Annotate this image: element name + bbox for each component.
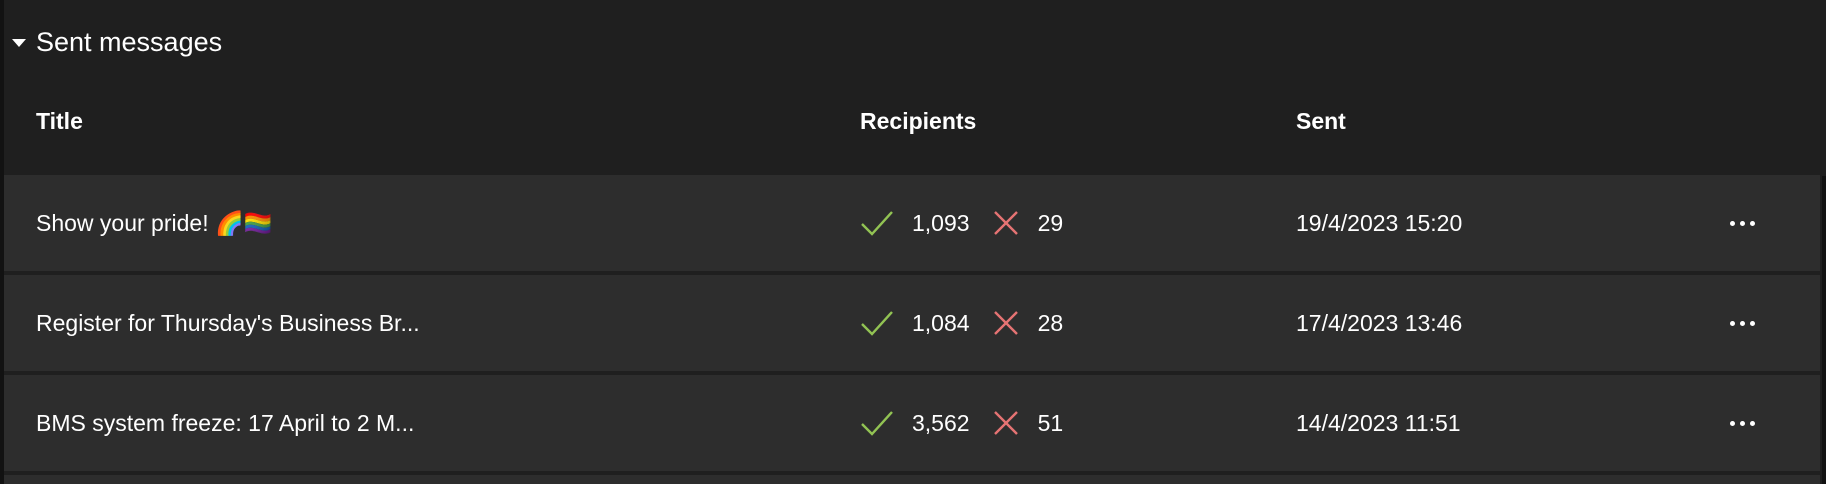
- section-title: Sent messages: [36, 26, 223, 57]
- sent-messages-panel: Sent messages Title Recipients Sent Show…: [0, 0, 1826, 484]
- close-icon: [992, 409, 1020, 437]
- more-options-button[interactable]: [1726, 175, 1759, 271]
- sent-date: 19/4/2023 15:20: [1296, 209, 1463, 236]
- table-row[interactable]: BMS system freeze: 17 April to 2 M... 3,…: [4, 375, 1820, 471]
- more-options-button[interactable]: [1726, 375, 1759, 471]
- success-count: 1,093: [912, 209, 970, 236]
- close-icon: [992, 309, 1020, 337]
- close-icon: [992, 209, 1020, 237]
- table-row[interactable]: Show your pride! 🌈🏳️‍🌈 1,093 29 19/4/202…: [4, 175, 1820, 271]
- recipients-cell: 1,093 29: [860, 175, 1063, 271]
- checkmark-icon: [860, 309, 894, 337]
- more-options-icon[interactable]: [1726, 215, 1759, 232]
- column-header-sent[interactable]: Sent: [1296, 108, 1346, 135]
- failed-count: 28: [1037, 309, 1064, 336]
- message-title[interactable]: Register for Thursday's Business Br...: [36, 275, 420, 371]
- sent-date: 14/4/2023 11:51: [1296, 409, 1461, 436]
- scrollbar-track[interactable]: [1822, 176, 1826, 484]
- column-header-title[interactable]: Title: [36, 108, 83, 135]
- success-count: 1,084: [912, 309, 970, 336]
- table-row[interactable]: [4, 475, 1820, 484]
- recipients-cell: 1,084 28: [860, 275, 1063, 371]
- failed-count: 51: [1037, 409, 1064, 436]
- message-title[interactable]: Show your pride! 🌈🏳️‍🌈: [36, 175, 272, 271]
- sent-messages-header[interactable]: Sent messages: [12, 22, 222, 62]
- checkmark-icon: [860, 409, 894, 437]
- sent-date: 17/4/2023 13:46: [1296, 309, 1463, 336]
- more-options-icon[interactable]: [1726, 415, 1759, 432]
- column-header-recipients[interactable]: Recipients: [860, 108, 976, 135]
- recipients-cell: 3,562 51: [860, 375, 1063, 471]
- table-row[interactable]: Register for Thursday's Business Br... 1…: [4, 275, 1820, 371]
- success-count: 3,562: [912, 409, 970, 436]
- failed-count: 29: [1037, 209, 1064, 236]
- checkmark-icon: [860, 209, 894, 237]
- chevron-down-icon[interactable]: [12, 39, 26, 47]
- message-title[interactable]: BMS system freeze: 17 April to 2 M...: [36, 375, 414, 471]
- more-options-icon[interactable]: [1726, 315, 1759, 332]
- more-options-button[interactable]: [1726, 275, 1759, 371]
